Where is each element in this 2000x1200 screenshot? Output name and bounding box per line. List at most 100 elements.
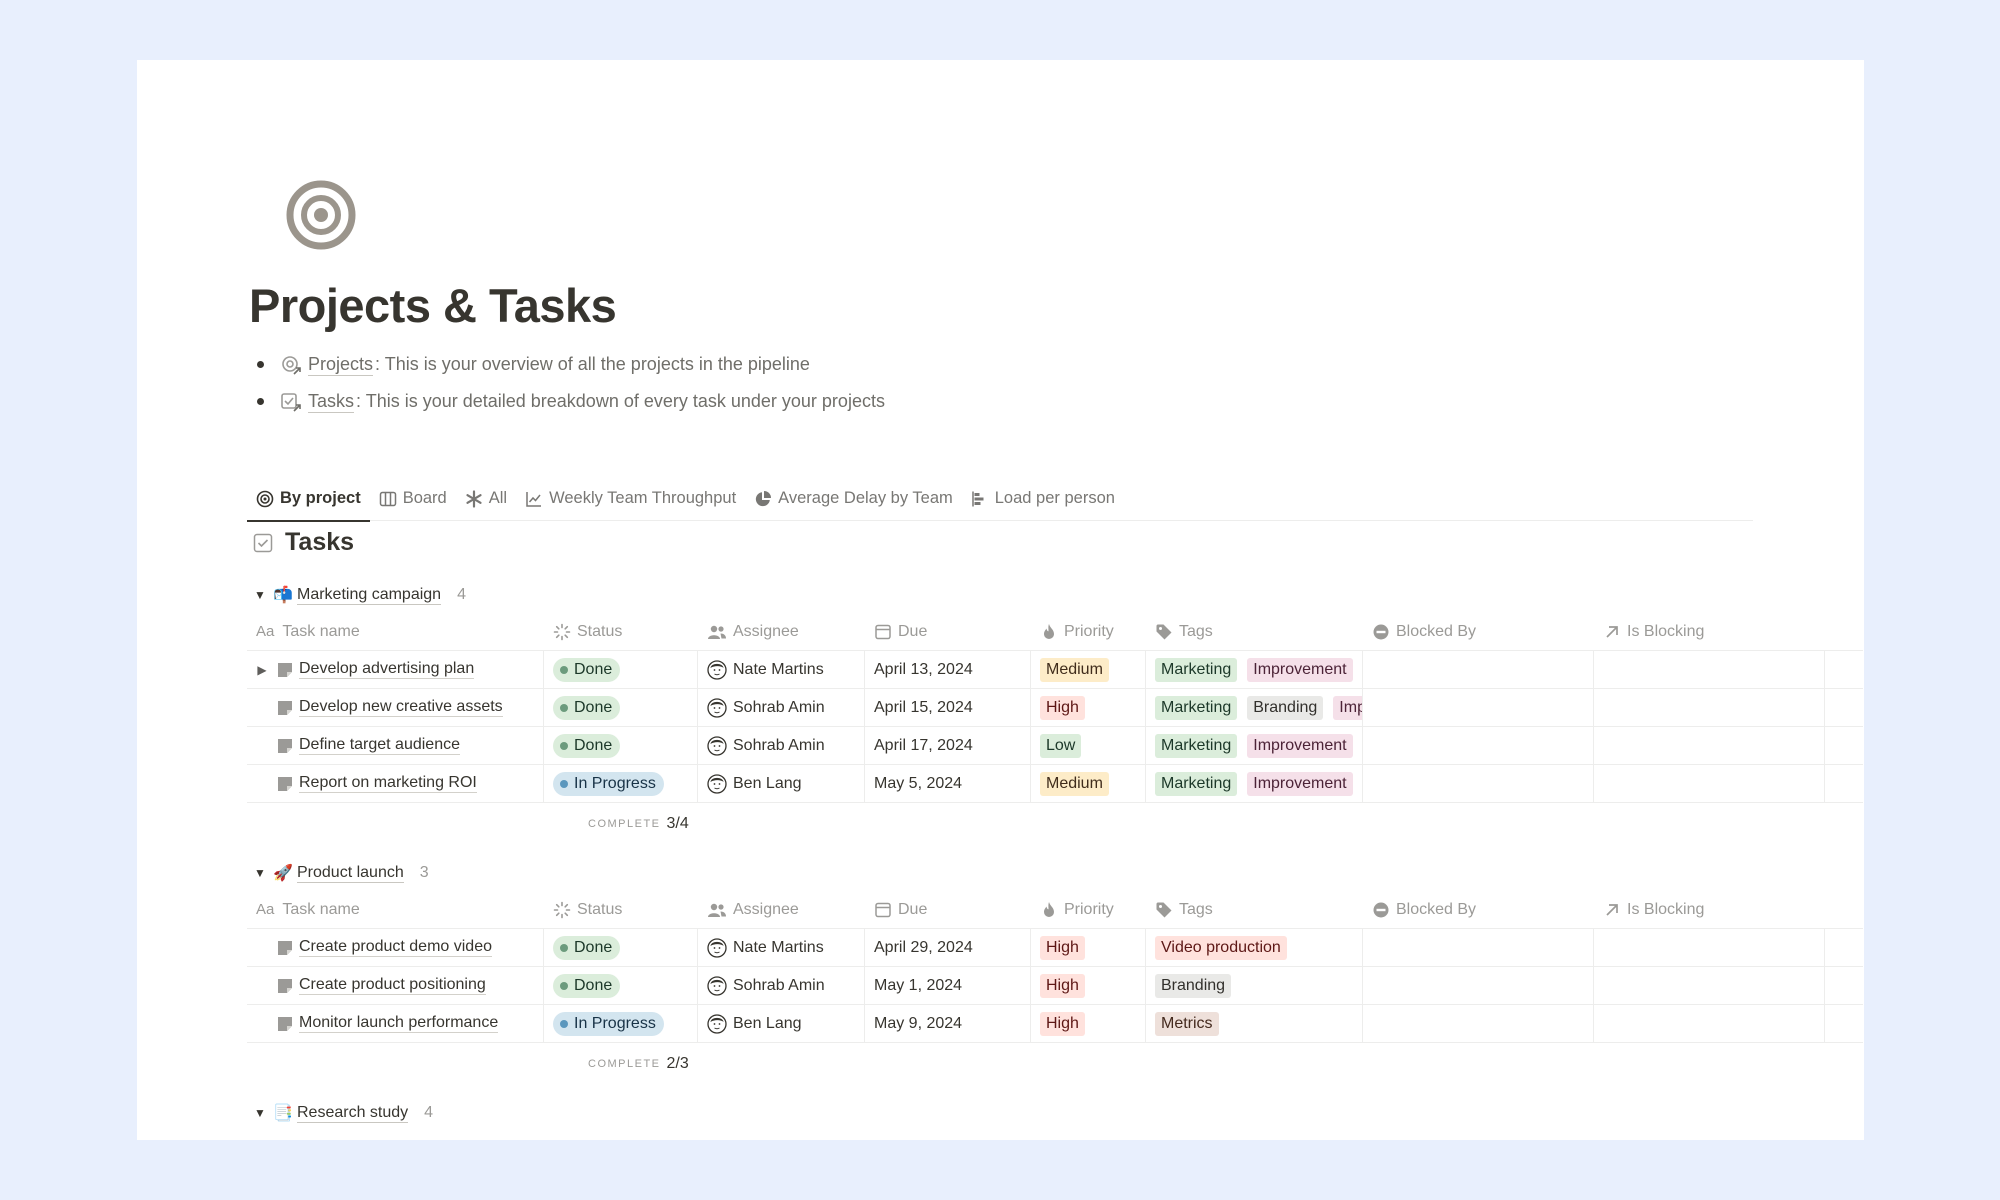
column-header-priority[interactable]: Priority: [1031, 613, 1146, 650]
table-row[interactable]: Develop new creative assets Done Sohrab Am…: [247, 689, 1863, 727]
tab-by-project[interactable]: By project: [247, 477, 370, 522]
complete-summary[interactable]: COMPLETE 2/3: [247, 1043, 1863, 1085]
group-name[interactable]: Product launch: [297, 864, 404, 883]
priority-cell[interactable]: Low: [1031, 727, 1146, 764]
column-header-status[interactable]: Status: [544, 1131, 698, 1140]
column-header-is-blocking[interactable]: Is Blocking: [1594, 613, 1825, 650]
column-header-tags[interactable]: Tags: [1146, 891, 1363, 928]
due-cell[interactable]: May 5, 2024: [865, 765, 1031, 802]
triangle-down-icon[interactable]: ▼: [247, 1106, 273, 1120]
column-header-due[interactable]: Due: [865, 613, 1031, 650]
blocked-by-cell[interactable]: [1363, 967, 1594, 1004]
tags-cell[interactable]: Marketing Improvement: [1146, 651, 1363, 688]
column-header-task-name[interactable]: Aa Task name: [247, 891, 544, 928]
priority-cell[interactable]: High: [1031, 967, 1146, 1004]
column-header-task-name[interactable]: Aa Task name: [247, 613, 544, 650]
is-blocking-cell[interactable]: [1594, 765, 1825, 802]
status-cell[interactable]: Done: [544, 689, 698, 726]
table-row[interactable]: Monitor launch performance In Progress Ben…: [247, 1005, 1863, 1043]
triangle-right-icon[interactable]: ▶: [247, 663, 277, 677]
blocked-by-cell[interactable]: [1363, 727, 1594, 764]
column-header-status[interactable]: Status: [544, 613, 698, 650]
tags-cell[interactable]: Video production: [1146, 929, 1363, 966]
tab-average-delay-by-team[interactable]: Average Delay by Team: [745, 477, 962, 521]
tab-load-per-person[interactable]: Load per person: [962, 477, 1124, 521]
task-name-cell[interactable]: ▶ Develop advertising plan: [247, 651, 544, 688]
tags-cell[interactable]: Metrics: [1146, 1005, 1363, 1042]
tags-cell[interactable]: Marketing Improvement: [1146, 765, 1363, 802]
tab-weekly-team-throughput[interactable]: Weekly Team Throughput: [516, 477, 745, 521]
status-cell[interactable]: In Progress: [544, 765, 698, 802]
table-row[interactable]: Create product demo video Done Nate Martin…: [247, 929, 1863, 967]
task-name-cell[interactable]: Define target audience: [247, 727, 544, 764]
column-header-blocked-by[interactable]: Blocked By: [1363, 613, 1594, 650]
assignee-cell[interactable]: Ben Lang: [698, 765, 865, 802]
blocked-by-cell[interactable]: [1363, 689, 1594, 726]
column-header-tags[interactable]: Tags: [1146, 613, 1363, 650]
task-name-cell[interactable]: Report on marketing ROI: [247, 765, 544, 802]
tasks-link[interactable]: Tasks: [308, 391, 355, 413]
assignee-cell[interactable]: Nate Martins: [698, 929, 865, 966]
column-header-assignee[interactable]: Assignee: [698, 891, 865, 928]
group-header[interactable]: ▼ 📬 Marketing campaign 4: [247, 577, 1863, 613]
assignee-cell[interactable]: Sohrab Amin: [698, 967, 865, 1004]
column-header-priority[interactable]: Priority: [1031, 891, 1146, 928]
blocked-by-cell[interactable]: [1363, 651, 1594, 688]
tags-cell[interactable]: Marketing Improvement: [1146, 727, 1363, 764]
group-name[interactable]: Marketing campaign: [297, 586, 442, 605]
column-header-is-blocking[interactable]: Is Blocking: [1594, 891, 1825, 928]
column-header-is-blocking[interactable]: Is Blocking: [1594, 1131, 1825, 1140]
is-blocking-cell[interactable]: [1594, 727, 1825, 764]
task-name-cell[interactable]: Create product positioning: [247, 967, 544, 1004]
column-header-tags[interactable]: Tags: [1146, 1131, 1363, 1140]
status-cell[interactable]: Done: [544, 967, 698, 1004]
column-header-due[interactable]: Due: [865, 891, 1031, 928]
assignee-cell[interactable]: Sohrab Amin: [698, 689, 865, 726]
blocked-by-cell[interactable]: [1363, 929, 1594, 966]
due-cell[interactable]: April 13, 2024: [865, 651, 1031, 688]
triangle-down-icon[interactable]: ▼: [247, 588, 273, 602]
column-header-priority[interactable]: Priority: [1031, 1131, 1146, 1140]
priority-cell[interactable]: High: [1031, 689, 1146, 726]
table-row[interactable]: ▶ Develop advertising plan Done Nate Martin…: [247, 651, 1863, 689]
task-name[interactable]: Monitor launch performance: [299, 1014, 499, 1033]
status-cell[interactable]: In Progress: [544, 1005, 698, 1042]
tags-cell[interactable]: Branding: [1146, 967, 1363, 1004]
due-cell[interactable]: April 29, 2024: [865, 929, 1031, 966]
column-header-due[interactable]: Due: [865, 1131, 1031, 1140]
table-row[interactable]: Define target audience Done Sohrab Amin Apr…: [247, 727, 1863, 765]
target-icon[interactable]: [286, 180, 356, 250]
projects-link[interactable]: Projects: [308, 354, 374, 376]
column-header-assignee[interactable]: Assignee: [698, 1131, 865, 1140]
database-title[interactable]: Tasks: [253, 528, 354, 557]
tab-all[interactable]: All: [456, 477, 516, 521]
task-name-cell[interactable]: Create product demo video: [247, 929, 544, 966]
due-cell[interactable]: May 9, 2024: [865, 1005, 1031, 1042]
complete-summary[interactable]: COMPLETE 3/4: [247, 803, 1863, 845]
is-blocking-cell[interactable]: [1594, 1005, 1825, 1042]
priority-cell[interactable]: Medium: [1031, 765, 1146, 802]
task-name[interactable]: Create product demo video: [299, 938, 492, 957]
task-name-cell[interactable]: Develop new creative assets: [247, 689, 544, 726]
status-cell[interactable]: Done: [544, 929, 698, 966]
column-header-status[interactable]: Status: [544, 891, 698, 928]
blocked-by-cell[interactable]: [1363, 765, 1594, 802]
task-name[interactable]: Report on marketing ROI: [299, 774, 477, 793]
task-name[interactable]: Define target audience: [299, 736, 460, 755]
column-header-blocked-by[interactable]: Blocked By: [1363, 1131, 1594, 1140]
status-cell[interactable]: Done: [544, 651, 698, 688]
group-header[interactable]: ▼ 📑 Research study 4: [247, 1095, 1863, 1131]
priority-cell[interactable]: Medium: [1031, 651, 1146, 688]
is-blocking-cell[interactable]: [1594, 967, 1825, 1004]
assignee-cell[interactable]: Nate Martins: [698, 651, 865, 688]
column-header-assignee[interactable]: Assignee: [698, 613, 865, 650]
is-blocking-cell[interactable]: [1594, 651, 1825, 688]
task-name-cell[interactable]: Monitor launch performance: [247, 1005, 544, 1042]
tags-cell[interactable]: Marketing Branding Improvement: [1146, 689, 1363, 726]
group-header[interactable]: ▼ 🚀 Product launch 3: [247, 855, 1863, 891]
due-cell[interactable]: April 15, 2024: [865, 689, 1031, 726]
status-cell[interactable]: Done: [544, 727, 698, 764]
tab-board[interactable]: Board: [370, 477, 456, 521]
assignee-cell[interactable]: Sohrab Amin: [698, 727, 865, 764]
task-name[interactable]: Develop new creative assets: [299, 698, 503, 717]
